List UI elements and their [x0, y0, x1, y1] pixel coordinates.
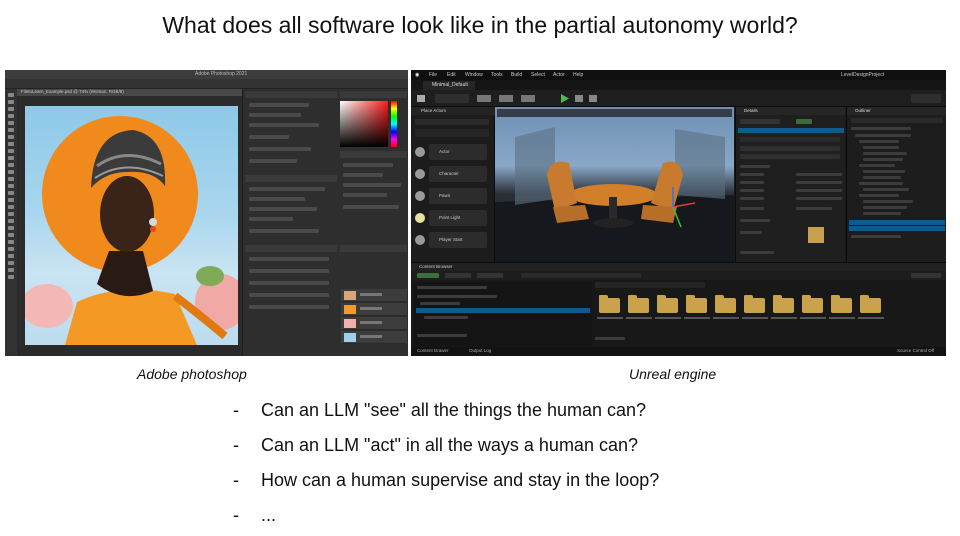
unreal-status-bar: Content Drawer Output Log Source Control… [411, 347, 946, 356]
layer-row[interactable] [341, 289, 407, 302]
folder-icon[interactable] [628, 295, 649, 313]
bullet-dash: - [233, 470, 239, 490]
bullet-dash: - [233, 400, 239, 420]
bullet-dash: - [233, 505, 239, 525]
bullet-text: ... [261, 505, 277, 525]
slide-title: What does all software look like in the … [162, 12, 798, 38]
place-item-point-light[interactable]: Point Light [429, 210, 487, 226]
details-title: Details [744, 108, 758, 113]
menu-item-window[interactable]: Window [465, 72, 483, 78]
layer-row[interactable] [341, 317, 407, 330]
place-item-label: Actor [439, 149, 450, 154]
unreal-toolbar [411, 90, 946, 107]
question-list: - Can an LLM "see" all the things the hum… [233, 400, 659, 536]
actor-icon [415, 147, 425, 157]
content-drawer-button[interactable]: Content Drawer [417, 348, 449, 353]
place-actors-panel: Place Actors Actor Character Pawn Point … [411, 107, 495, 262]
folder-icon[interactable] [657, 295, 678, 313]
tab-level[interactable]: Minimal_Default [423, 81, 475, 90]
unreal-menubar: ◉ File Edit Window Tools Build Select Ac… [411, 70, 946, 80]
layer-row[interactable] [341, 331, 407, 344]
level-viewport[interactable] [495, 107, 734, 262]
photoshop-document-name: FiletoLearn_Example.psd @ 74% (Woman, RG… [21, 89, 124, 94]
outliner-title: Outliner [855, 108, 871, 113]
folder-icon[interactable] [802, 295, 823, 313]
bullet-dash: - [233, 435, 239, 455]
output-log-button[interactable]: Output Log [469, 348, 491, 353]
folder-icon[interactable] [686, 295, 707, 313]
bullet-text: Can an LLM "see" all the things the huma… [261, 400, 647, 420]
place-item-player-start[interactable]: Player Start [429, 232, 487, 248]
folder-icon[interactable] [831, 295, 852, 313]
place-item-label: Point Light [439, 215, 461, 220]
list-item: -... [233, 505, 659, 536]
photoshop-screenshot: Adobe Photoshop 2021 FiletoLearn_Example… [5, 70, 408, 356]
folder-icon[interactable] [599, 295, 620, 313]
folder-icon[interactable] [715, 295, 736, 313]
level-tab-label: Minimal_Default [432, 82, 468, 88]
place-item-actor[interactable]: Actor [429, 144, 487, 160]
photoshop-canvas-artwork [25, 106, 238, 345]
photoshop-options-bar [5, 79, 408, 89]
layer-row[interactable] [341, 303, 407, 316]
menu-item-tools[interactable]: Tools [491, 72, 503, 78]
menu-item-select[interactable]: Select [531, 72, 545, 78]
viewport-scene [495, 109, 734, 262]
list-item: - How can a human supervise and stay in t… [233, 470, 659, 505]
menu-item-help[interactable]: Help [573, 72, 583, 78]
photoshop-menubar: Adobe Photoshop 2021 [5, 70, 408, 79]
list-item: - Can an LLM "act" in all the ways a huma… [233, 435, 659, 470]
content-browser-toolbar [411, 271, 946, 280]
menu-item-file[interactable]: File [429, 72, 437, 78]
photoshop-status-bar [17, 347, 242, 356]
menu-item-build[interactable]: Build [511, 72, 522, 78]
portrait-illustration [25, 116, 238, 345]
list-item: - Can an LLM "see" all the things the hum… [233, 400, 659, 435]
menu-item-actor[interactable]: Actor [553, 72, 565, 78]
bullet-text: Can an LLM "act" in all the ways a human… [261, 435, 638, 455]
project-name: LevelDesignProject [841, 72, 885, 78]
mesh-thumbnail [808, 227, 824, 243]
pawn-icon [415, 191, 425, 201]
outliner-panel: Outliner [846, 107, 946, 262]
content-browser: Content Browser [411, 262, 946, 347]
hue-slider[interactable] [391, 101, 397, 147]
content-folders [595, 282, 946, 346]
place-item-label: Character [439, 171, 459, 176]
unreal-logo-icon: ◉ [415, 72, 420, 78]
content-browser-title: Content Browser [419, 264, 453, 269]
photoshop-panels [242, 89, 408, 356]
folder-icon[interactable] [860, 295, 881, 313]
point-light-icon [415, 213, 425, 223]
place-item-pawn[interactable]: Pawn [429, 188, 487, 204]
unreal-level-tabbar: Minimal_Default [411, 80, 946, 90]
photoshop-caption: Adobe photoshop [137, 366, 247, 382]
place-item-character[interactable]: Character [429, 166, 487, 182]
unreal-screenshot: ◉ File Edit Window Tools Build Select Ac… [411, 70, 946, 356]
folder-icon[interactable] [773, 295, 794, 313]
photoshop-document-tab: FiletoLearn_Example.psd @ 74% (Woman, RG… [17, 89, 242, 96]
photoshop-window-title: Adobe Photoshop 2021 [195, 71, 248, 77]
bullet-text: How can a human supervise and stay in th… [261, 470, 660, 490]
play-icon [561, 94, 569, 103]
content-folder-tree [414, 282, 592, 346]
photoshop-toolbar [5, 89, 17, 356]
color-picker[interactable] [340, 101, 388, 147]
player-start-icon [415, 235, 425, 245]
menu-item-edit[interactable]: Edit [447, 72, 456, 78]
place-item-label: Player Start [439, 237, 463, 242]
unreal-caption: Unreal engine [629, 366, 717, 382]
toolbar-icons [417, 94, 941, 103]
folder-icon[interactable] [744, 295, 765, 313]
source-control-status[interactable]: Source Control Off [897, 348, 934, 353]
details-panel: Details [735, 107, 845, 262]
character-icon [415, 169, 425, 179]
place-actors-title: Place Actors [421, 108, 447, 113]
place-item-label: Pawn [439, 193, 451, 198]
